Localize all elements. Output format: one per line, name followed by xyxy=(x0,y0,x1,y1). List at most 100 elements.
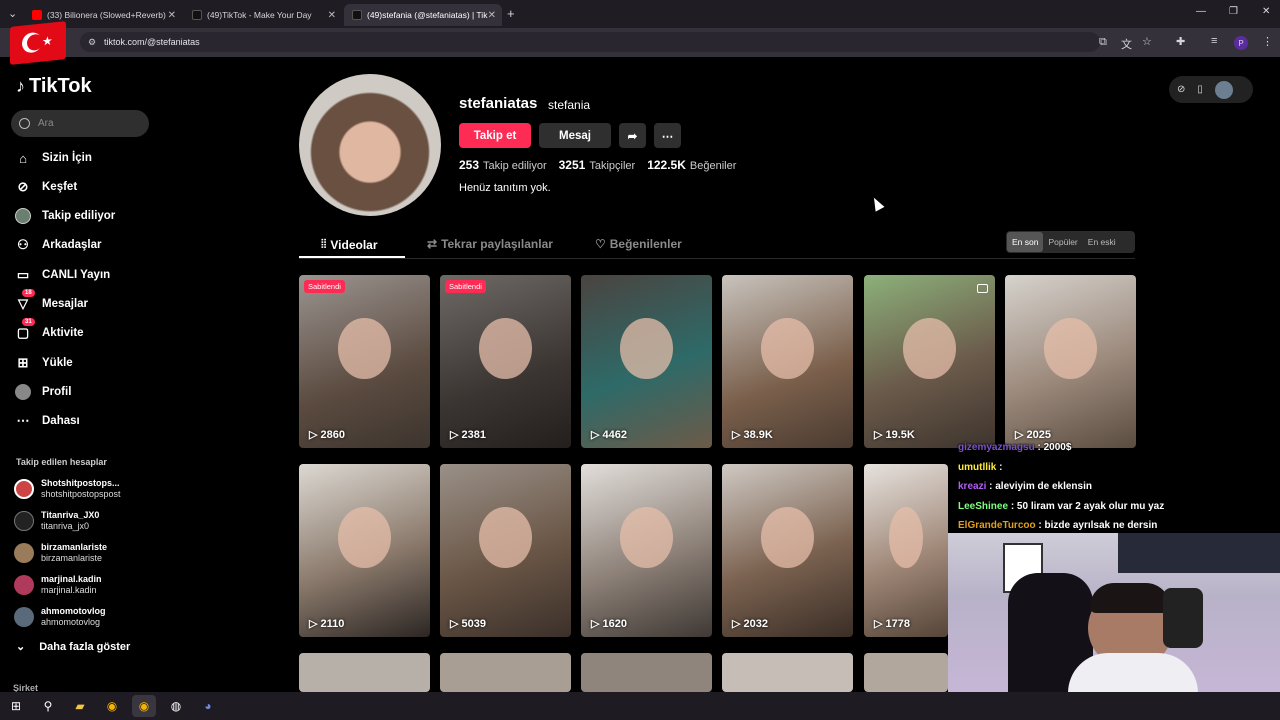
video-card[interactable] xyxy=(299,653,430,692)
sidebar-item-label: Sizin İçin xyxy=(42,152,92,164)
video-card[interactable] xyxy=(440,653,571,692)
chat-text: : xyxy=(999,461,1003,473)
sidebar-item-following[interactable]: Takip ediliyor xyxy=(14,204,154,228)
share-button[interactable]: ➦ xyxy=(619,123,646,148)
video-card[interactable]: ▷ 4462 xyxy=(581,275,712,448)
sidebar-item-label: Aktivite xyxy=(42,327,84,339)
video-card[interactable] xyxy=(864,653,948,692)
bookmark-star-icon[interactable]: ☆ xyxy=(1142,35,1152,48)
file-explorer-icon[interactable]: ▰ xyxy=(68,695,92,717)
site-info-icon[interactable]: ⚙ xyxy=(88,37,96,48)
close-tab-icon[interactable]: ✕ xyxy=(168,10,176,21)
tab-videos[interactable]: ⦙⦙ Videolar xyxy=(321,237,378,252)
followed-account[interactable]: Titanriva_JX0 titanriva_jx0 xyxy=(14,507,154,535)
sidebar-item-profile[interactable]: Profil xyxy=(14,380,154,404)
tab-search-icon[interactable]: ⌄ xyxy=(8,7,17,20)
sidebar-item-upload[interactable]: ⊞ Yükle xyxy=(14,351,154,375)
restore-icon[interactable]: ❐ xyxy=(1229,6,1238,17)
phone-icon[interactable]: ▯ xyxy=(1197,84,1203,95)
sort-latest[interactable]: En son xyxy=(1007,232,1044,252)
install-app-icon[interactable]: ⧉ xyxy=(1099,36,1107,49)
video-card[interactable]: ▷ 2025 xyxy=(1005,275,1136,448)
show-more-button[interactable]: ⌄ Daha fazla göster xyxy=(16,640,130,654)
sidebar-item-friends[interactable]: ⚇ Arkadaşlar xyxy=(14,233,154,257)
more-options-button[interactable]: ⋯ xyxy=(654,123,681,148)
tab-liked[interactable]: ♡ Beğenilenler xyxy=(595,237,682,251)
sidebar-item-explore[interactable]: ⊘ Keşfet xyxy=(14,175,154,199)
translate-icon[interactable]: 文 xyxy=(1121,36,1132,52)
chrome-icon[interactable]: ◉ xyxy=(100,695,124,717)
browser-tab-tiktok-profile[interactable]: (49)stefania (@stefaniatas) | Tik ✕ xyxy=(344,4,502,26)
play-icon: ▷ xyxy=(450,429,459,441)
sidebar-item-for-you[interactable]: ⌂ Sizin İçin xyxy=(14,146,154,170)
sidebar-item-more[interactable]: ⋯ Dahası xyxy=(14,409,154,433)
address-bar-row: ⚙ tiktok.com/@stefaniatas ⧉ 文 ☆ ✚ ≡ P ⋮ xyxy=(0,28,1280,57)
close-window-icon[interactable]: ✕ xyxy=(1262,6,1270,17)
browser-tab-strip: ⌄ (33) Bilionera (Slowed+Reverb) ✕ (49)T… xyxy=(0,0,1280,28)
obs-icon[interactable]: ◍ xyxy=(164,695,188,717)
followed-account[interactable]: birzamanlariste birzamanlariste xyxy=(14,539,154,567)
taskbar-search-icon[interactable]: ⚲ xyxy=(36,695,60,717)
video-thumbnail xyxy=(1044,318,1097,379)
sidebar-item-messages[interactable]: ▽ 18 Mesajlar xyxy=(14,289,154,316)
new-tab-icon[interactable]: + xyxy=(507,6,515,21)
minimize-icon[interactable]: — xyxy=(1196,6,1206,17)
menu-dots-icon[interactable]: ⋮ xyxy=(1262,35,1273,48)
play-icon: ▷ xyxy=(732,429,741,441)
chat-message: umutllik : xyxy=(958,458,1188,478)
close-tab-icon[interactable]: ✕ xyxy=(488,10,496,21)
avatar xyxy=(14,575,34,595)
video-card[interactable]: Sabitlendi ▷ 2860 xyxy=(299,275,430,448)
compass-icon[interactable]: ⊘ xyxy=(1177,84,1185,95)
video-thumbnail xyxy=(338,507,391,568)
sort-popular[interactable]: Popüler xyxy=(1043,232,1082,252)
tiktok-note-icon: ♪ xyxy=(16,76,25,96)
discord-icon[interactable]: ◕ xyxy=(196,695,220,717)
profile-avatar[interactable]: P xyxy=(1234,36,1248,50)
search-input[interactable]: Ara xyxy=(11,110,149,137)
microphone xyxy=(1163,588,1203,648)
start-windows-icon[interactable]: ⊞ xyxy=(4,695,28,717)
video-card[interactable]: ▷ 5039 xyxy=(440,464,571,637)
sidebar-item-live[interactable]: ▭ CANLI Yayın xyxy=(14,263,154,287)
following-stat[interactable]: 253 Takip ediliyor xyxy=(459,158,547,172)
media-controls-icon[interactable]: ≡ xyxy=(1211,35,1217,47)
browser-tab-tiktok-home[interactable]: (49)TikTok - Make Your Day ✕ xyxy=(184,4,342,26)
video-card[interactable] xyxy=(722,653,853,692)
upload-icon: ⊞ xyxy=(17,355,29,370)
tab-reposts[interactable]: ⇄ Tekrar paylaşılanlar xyxy=(427,237,553,251)
video-card[interactable] xyxy=(581,653,712,692)
activity-badge: 31 xyxy=(22,318,35,326)
followers-stat[interactable]: 3251 Takipçiler xyxy=(559,158,636,172)
account-name: ahmomotovlog xyxy=(41,606,106,616)
chrome-active-icon[interactable]: ◉ xyxy=(132,695,156,717)
streamer-webcam xyxy=(948,533,1280,693)
video-card[interactable]: ▷ 38.9K xyxy=(722,275,853,448)
followers-count: 3251 xyxy=(558,158,586,172)
url-field[interactable]: ⚙ tiktok.com/@stefaniatas xyxy=(80,32,1100,52)
close-tab-icon[interactable]: ✕ xyxy=(328,10,336,21)
likes-label: Beğeniler xyxy=(689,160,737,172)
sort-oldest[interactable]: En eski xyxy=(1083,232,1121,252)
followed-account[interactable]: marjinal.kadin marjinal.kadin xyxy=(14,571,154,599)
video-card[interactable]: ▷ 2032 xyxy=(722,464,853,637)
view-count-text: 2381 xyxy=(461,428,486,441)
extensions-icon[interactable]: ✚ xyxy=(1176,35,1185,48)
account-handle: marjinal.kadin xyxy=(41,585,97,595)
video-card[interactable]: Sabitlendi ▷ 2381 xyxy=(440,275,571,448)
video-card[interactable]: ▷ 1778 xyxy=(864,464,948,637)
followed-account[interactable]: Shotshitpostops... shotshitpostopspost xyxy=(14,475,154,503)
message-button[interactable]: Mesaj xyxy=(539,123,611,148)
home-icon: ⌂ xyxy=(19,150,27,166)
live-icon: ▭ xyxy=(16,267,30,282)
video-card[interactable]: ▷ 19.5K xyxy=(864,275,995,448)
video-card[interactable]: ▷ 2110 xyxy=(299,464,430,637)
video-card[interactable]: ▷ 1620 xyxy=(581,464,712,637)
sidebar-item-activity[interactable]: ▢ 31 Aktivite xyxy=(14,318,154,345)
follow-button[interactable]: Takip et xyxy=(459,123,531,148)
likes-count: 122.5K xyxy=(647,158,686,172)
video-thumbnail xyxy=(761,318,814,379)
tiktok-logo[interactable]: ♪ TikTok xyxy=(16,75,92,98)
user-avatar[interactable] xyxy=(1214,80,1233,99)
followed-account[interactable]: ahmomotovlog ahmomotovlog xyxy=(14,603,154,631)
